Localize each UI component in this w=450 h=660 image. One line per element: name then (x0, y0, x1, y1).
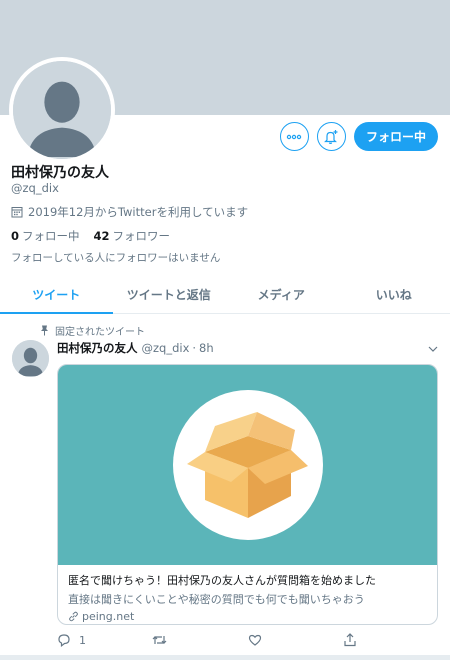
pinned-tweet-label: 固定されたツイート (40, 323, 145, 338)
pinned-text: 固定されたツイート (55, 327, 145, 338)
tweet-author-handle[interactable]: @zq_dix (142, 341, 190, 355)
reply-button[interactable]: 1 (57, 633, 152, 647)
reply-icon (58, 634, 70, 647)
following-count: 0 (11, 229, 20, 243)
tweet-header: 田村保乃の友人 @zq_dix · 8h (57, 340, 438, 356)
joined-date: 2019年12月からTwitterを利用しています (11, 204, 248, 220)
followers-you-know-notice: フォローしている人にフォロワーはいません (11, 252, 221, 264)
chevron-down-icon (428, 346, 438, 352)
profile-avatar[interactable] (9, 57, 115, 163)
following-count-link[interactable]: 0 フォロー中 (11, 228, 80, 244)
link-icon (69, 611, 78, 622)
followers-count-link[interactable]: 42 フォロワー (94, 228, 171, 244)
profile-tabs: ツイート ツイートと返信 メディア いいね (0, 276, 450, 314)
pin-icon (41, 325, 48, 336)
tab-tweets[interactable]: ツイート (0, 276, 113, 314)
tab-media[interactable]: メディア (225, 276, 338, 313)
follow-counts: 0 フォロー中 42 フォロワー (11, 228, 170, 244)
tab-tweets-replies[interactable]: ツイートと返信 (113, 276, 226, 313)
tweet-timestamp[interactable]: 8h (199, 341, 214, 355)
tab-likes[interactable]: いいね (338, 276, 450, 313)
card-description: 直接は聞きにくいことや秘密の質問でも何でも聞いちゃおう (68, 593, 365, 606)
card-image-circle (172, 390, 323, 540)
retweet-icon (152, 636, 167, 644)
notification-add-icon (324, 129, 338, 144)
notifications-button[interactable] (316, 122, 346, 151)
card-body: 匿名で聞けちゃう！田村保乃の友人さんが質問箱を始めました 直接は聞きにくいことや… (58, 565, 437, 624)
tweet-author-name[interactable]: 田村保乃の友人 (57, 340, 138, 356)
profile-name: 田村保乃の友人 (11, 165, 109, 181)
like-button[interactable] (248, 633, 343, 647)
reply-count: 1 (79, 633, 86, 647)
more-button[interactable] (279, 122, 309, 151)
card-domain-text: peing.net (82, 610, 135, 623)
retweet-button[interactable] (152, 633, 247, 647)
share-icon (344, 633, 356, 647)
followers-label: フォロワー (112, 229, 171, 243)
tweet-menu-button[interactable] (428, 341, 438, 355)
followers-count: 42 (93, 229, 110, 243)
following-button[interactable]: フォロー中 (353, 122, 438, 151)
link-card[interactable]: 匿名で聞けちゃう！田村保乃の友人さんが質問箱を始めました 直接は聞きにくいことや… (57, 364, 438, 625)
profile-actions: フォロー中 (279, 122, 438, 151)
calendar-icon (11, 207, 23, 218)
joined-text: 2019年12月からTwitterを利用しています (28, 205, 249, 219)
tweet-avatar[interactable] (12, 340, 49, 377)
box-icon (186, 412, 308, 518)
heart-icon (248, 634, 261, 646)
following-label: フォロー中 (22, 229, 80, 243)
default-avatar-icon (12, 340, 49, 377)
bottom-divider (0, 655, 450, 660)
profile-handle: @zq_dix (11, 181, 59, 195)
card-domain: peing.net (68, 610, 427, 623)
share-button[interactable] (343, 633, 438, 647)
card-image (58, 365, 437, 565)
separator-dot: · (192, 341, 197, 355)
tweet-actions: 1 (57, 633, 438, 647)
card-title: 匿名で聞けちゃう！田村保乃の友人さんが質問箱を始めました (68, 574, 376, 587)
default-avatar-icon (13, 61, 111, 159)
more-icon (287, 134, 302, 139)
